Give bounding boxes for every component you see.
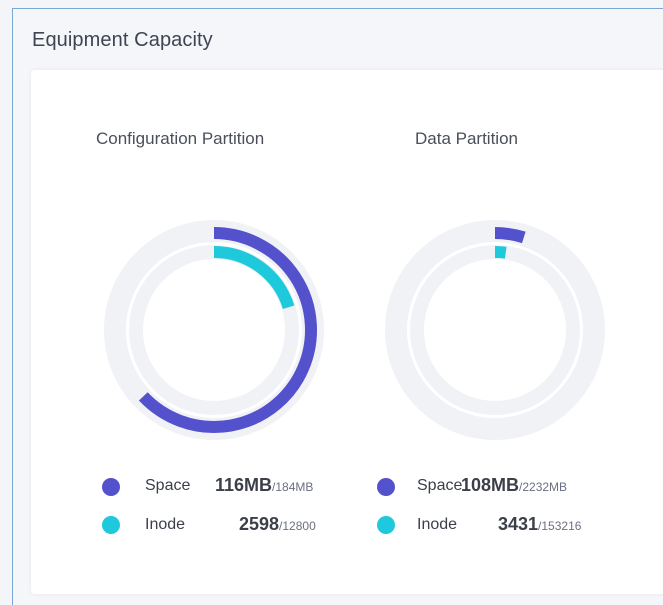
config-space-label: Space xyxy=(145,477,191,494)
config-space-value: 116MB/184MB xyxy=(215,475,314,495)
config-ring-gap xyxy=(126,242,302,418)
data-inode-value: 3431/153216 xyxy=(498,514,582,534)
capacity-card: Configuration Partition Data Partition S… xyxy=(31,70,663,594)
data-space-label: Space xyxy=(417,477,463,494)
data-space-arc xyxy=(494,227,526,244)
data-ring-gap xyxy=(407,242,583,418)
data-inode-arc xyxy=(494,246,507,259)
config-inode-dot xyxy=(102,516,120,534)
data-inode-total: /153216 xyxy=(538,519,582,533)
data-inode-label: Inode xyxy=(417,516,458,533)
config-space-total: /184MB xyxy=(272,480,314,494)
config-space-dot xyxy=(102,478,120,496)
data-inode-dot xyxy=(377,516,395,534)
data-space-total: /2232MB xyxy=(519,480,568,494)
data-space-value: 108MB/2232MB xyxy=(461,475,568,495)
data-outer-track xyxy=(385,220,605,440)
config-inode-value: 2598/12800 xyxy=(239,514,316,534)
data-space-dot xyxy=(377,478,395,496)
equipment-capacity-panel: Equipment Capacity Configuration Partiti… xyxy=(12,8,663,605)
config-inode-total: /12800 xyxy=(279,519,316,533)
data-inner-track xyxy=(410,245,580,415)
panel-title: Equipment Capacity xyxy=(32,29,213,51)
config-inode-label: Inode xyxy=(145,516,186,533)
